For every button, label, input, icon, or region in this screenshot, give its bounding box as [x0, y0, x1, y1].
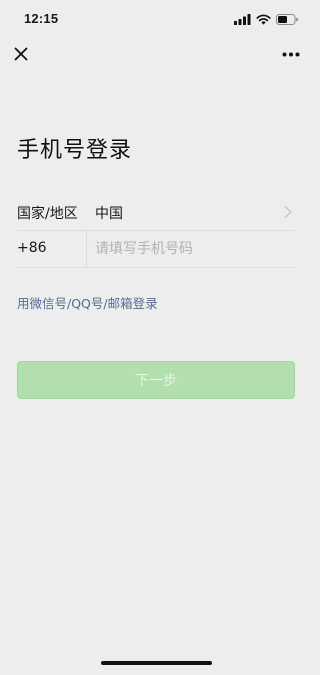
top-bar	[0, 38, 312, 72]
status-icons	[234, 12, 298, 26]
status-time: 12:15	[24, 11, 59, 26]
close-icon	[14, 47, 28, 61]
phone-input[interactable]	[95, 237, 290, 261]
page-title: 手机号登录	[17, 138, 133, 163]
more-button[interactable]	[280, 43, 302, 65]
region-label: 国家/地区	[17, 206, 78, 222]
status-bar: 12:15	[0, 0, 312, 38]
country-code: +86	[17, 240, 47, 256]
phone-row: +86	[17, 231, 295, 268]
battery-icon	[276, 13, 298, 25]
region-value: 中国	[95, 206, 123, 222]
home-indicator	[101, 661, 212, 665]
alt-login-link[interactable]: 用微信号/QQ号/邮箱登录	[17, 293, 158, 312]
signal-icon	[234, 13, 251, 25]
more-icon	[282, 52, 300, 56]
country-code-box[interactable]: +86	[17, 231, 87, 267]
close-button[interactable]	[10, 43, 32, 65]
region-selector[interactable]: 国家/地区 中国	[17, 194, 295, 231]
next-button[interactable]: 下一步	[17, 361, 295, 399]
wifi-icon	[256, 14, 271, 25]
chevron-right-icon	[284, 205, 292, 219]
